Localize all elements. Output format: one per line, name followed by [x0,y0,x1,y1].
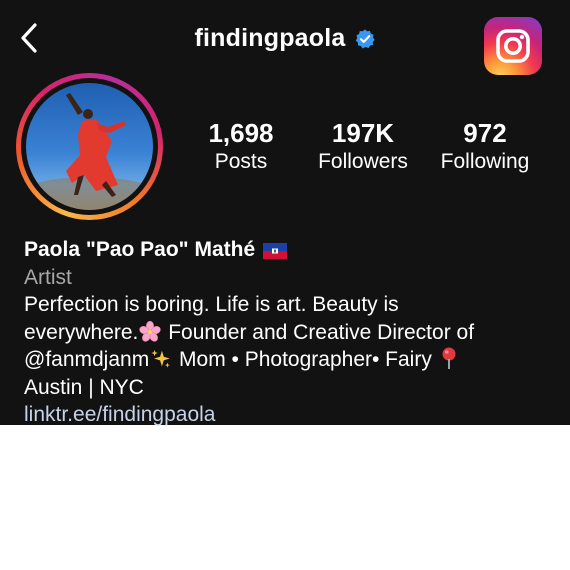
avatar[interactable] [26,83,153,210]
bio-line-1: Perfection is boring. Life is art. Beaut… [24,293,399,316]
avatar-story-ring[interactable] [16,73,163,220]
bio-text: Mom • Photographer• Fairy [173,348,432,371]
stat-posts[interactable]: 1,698 Posts [176,118,306,176]
posts-count: 1,698 [208,118,274,148]
pin-icon [442,347,456,369]
profile-category: Artist [24,266,72,289]
stat-followers[interactable]: 197K Followers [298,118,428,176]
display-name-row: Paola "Pao Pao" Mathé [24,236,554,264]
posts-label: Posts [214,150,268,173]
instagram-logo-icon[interactable] [484,17,542,75]
instagram-glyph-icon [496,29,530,63]
display-name: Paola "Pao Pao" Mathé [24,238,256,261]
profile-bio: Paola "Pao Pao" Mathé Artist Perfection … [24,236,554,428]
bio-text: everywhere. [24,320,139,344]
haiti-flag-icon [263,243,288,259]
sparkles-icon [151,349,171,368]
cherry-blossom-icon [139,320,162,342]
verified-badge-icon [355,28,375,48]
bio-line-3: @fanmdjanm Mom • Photographer• Fairy [24,346,554,374]
username: findingpaola [194,24,346,52]
stat-following[interactable]: 972 Following [420,118,550,176]
bio-text: Founder and Creative Director of [162,320,475,344]
bio-line-2: everywhere. Founder and Creative Directo… [24,319,554,347]
profile-screen: findingpaola 1,698 Posts 197K Followers … [0,0,570,428]
following-count: 972 [463,118,507,148]
followers-count: 197K [331,118,395,148]
mention-link[interactable]: @fanmdjanm [24,348,149,371]
profile-header: findingpaola [0,0,570,82]
followers-label: Followers [318,150,408,173]
bio-line-4: Austin | NYC [24,375,144,399]
profile-link[interactable]: linktr.ee/findingpaola [24,401,554,428]
following-label: Following [440,150,530,173]
avatar-photo [26,93,153,210]
